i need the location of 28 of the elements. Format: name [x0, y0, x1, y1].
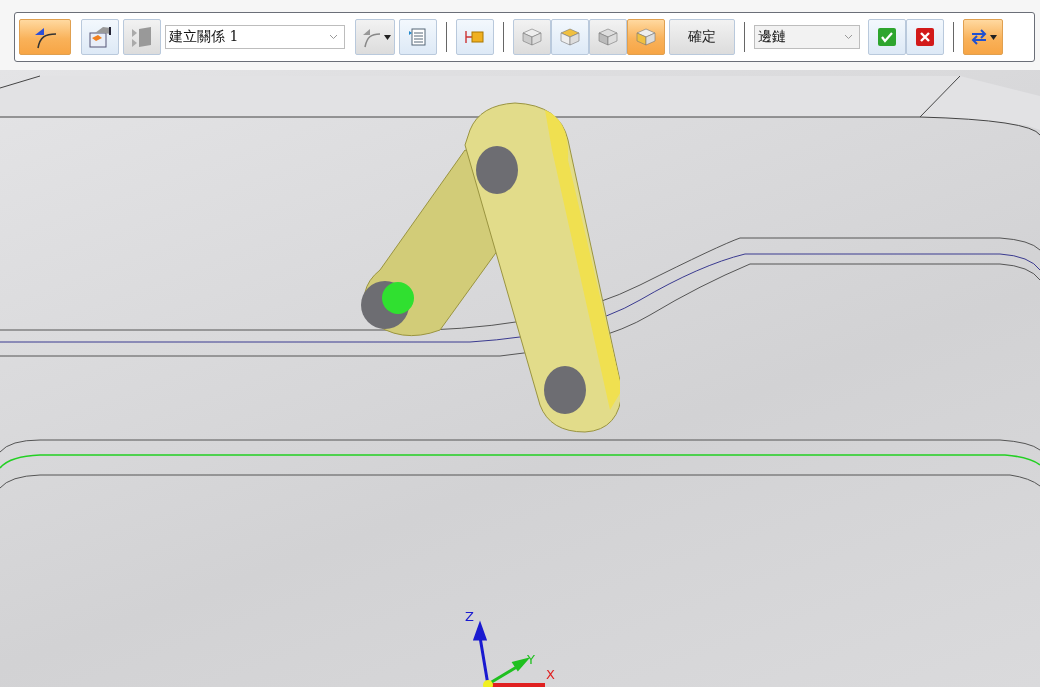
- caret-icon: [844, 34, 853, 40]
- dropdown-arrow-icon: [989, 34, 997, 40]
- selection-filter-button[interactable]: [589, 19, 627, 55]
- caret-icon: [329, 34, 338, 40]
- dropdown-arrow-icon: [383, 34, 391, 40]
- flip-icon: [130, 25, 154, 49]
- axis-label: Y: [527, 653, 535, 666]
- relation-tool-button[interactable]: [19, 19, 71, 55]
- accept-button[interactable]: [868, 19, 906, 55]
- selection-filter-button[interactable]: [513, 19, 551, 55]
- list-button[interactable]: [399, 19, 437, 55]
- checkmark-icon: [878, 28, 896, 46]
- close-icon: [916, 28, 934, 46]
- swap-button[interactable]: [963, 19, 1003, 55]
- relation-name-combo[interactable]: 建立關係 1: [165, 25, 345, 49]
- assembly-options-button[interactable]: [81, 19, 119, 55]
- selection-mode-combo[interactable]: 邊鏈: [754, 25, 860, 49]
- swap-arrows-icon: [969, 29, 988, 45]
- selection-filter-button[interactable]: [551, 19, 589, 55]
- flip-button[interactable]: [123, 19, 161, 55]
- list-icon: [408, 27, 428, 47]
- relation-type-button[interactable]: [355, 19, 395, 55]
- accept-text-button[interactable]: 確定: [669, 19, 735, 55]
- axis-label: Z: [465, 610, 474, 623]
- axis-label: X: [546, 668, 555, 681]
- cancel-button[interactable]: [906, 19, 944, 55]
- offset-button[interactable]: [456, 19, 494, 55]
- selection-filter-button[interactable]: [627, 19, 665, 55]
